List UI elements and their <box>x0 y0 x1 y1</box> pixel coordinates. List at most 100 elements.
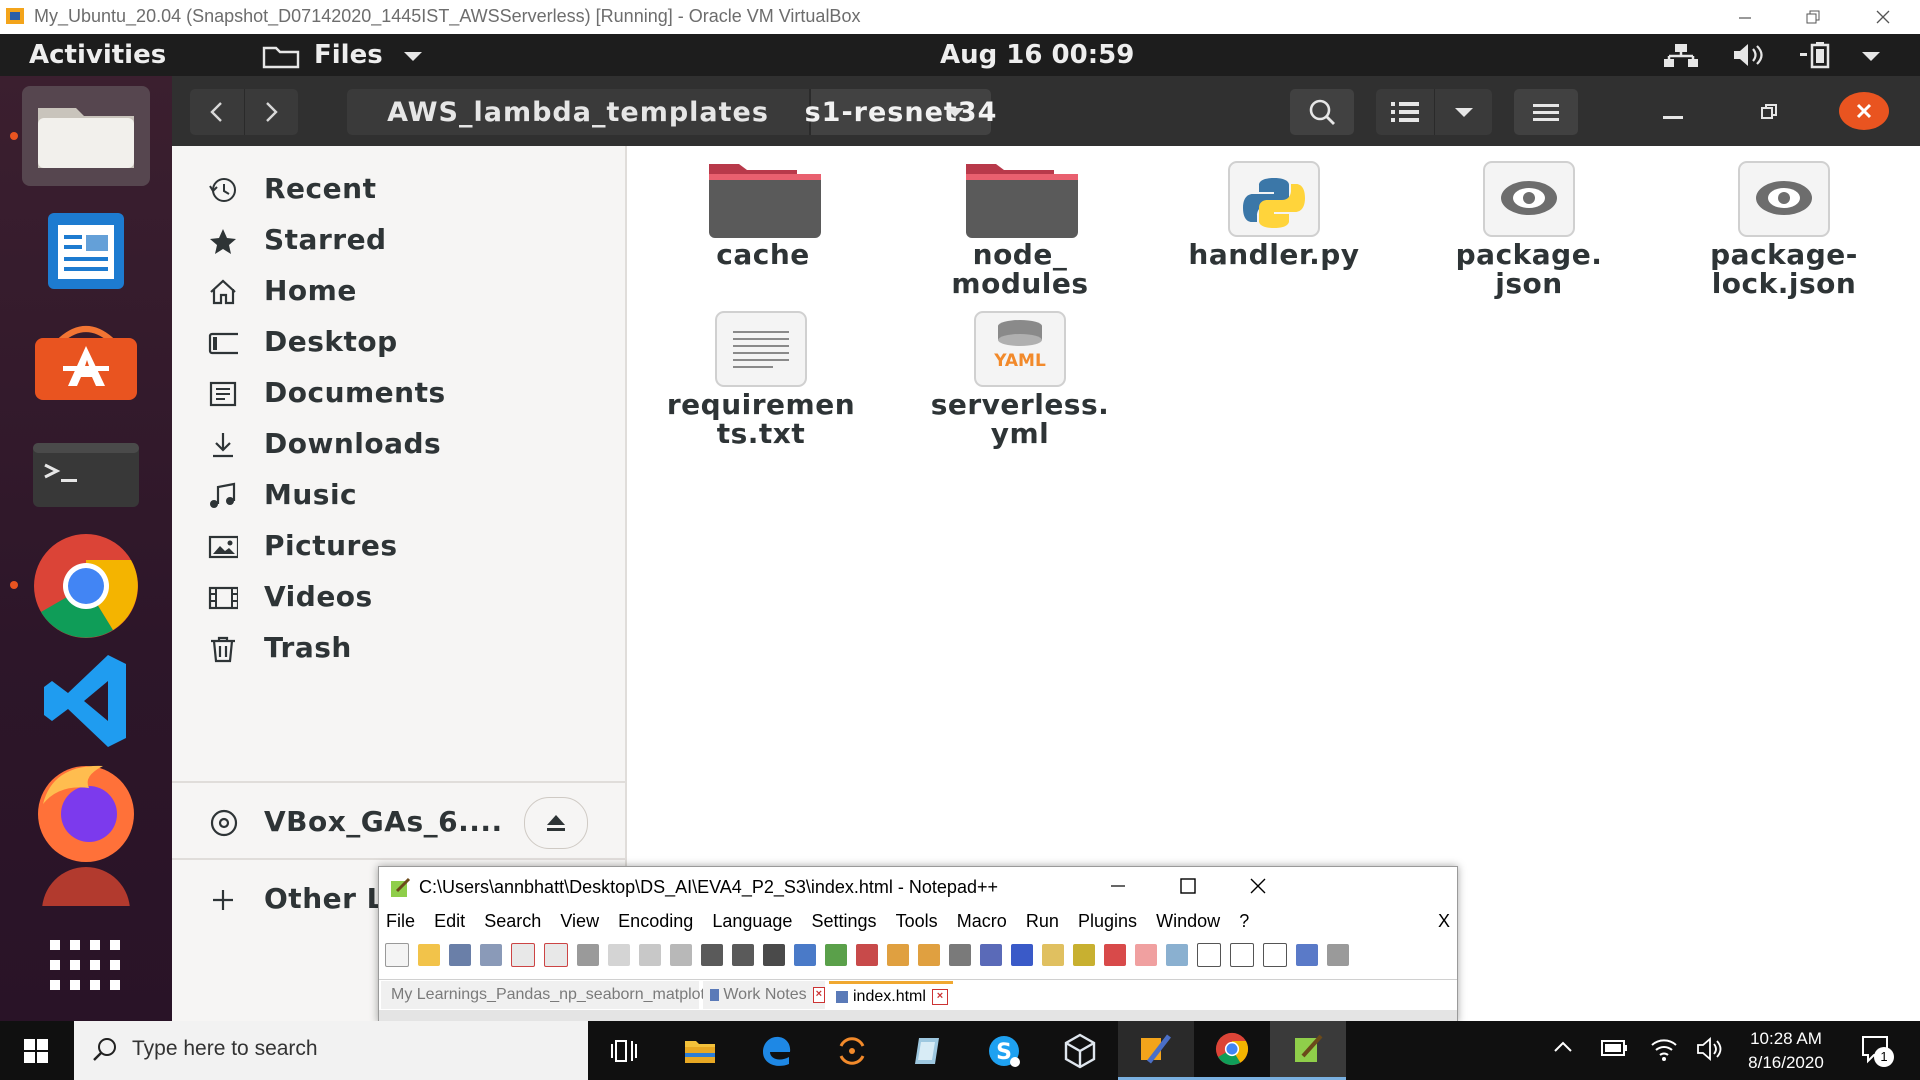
virtualbox-taskbar-icon[interactable] <box>1042 1021 1118 1080</box>
firefox-dock-icon[interactable] <box>22 761 150 862</box>
clock[interactable]: Aug 16 00:59 <box>940 40 1134 70</box>
sidebar-item-home[interactable]: Home <box>172 264 625 320</box>
list-view-button[interactable] <box>1376 101 1434 123</box>
wifi-tray-icon[interactable] <box>1650 1035 1678 1061</box>
find-icon[interactable] <box>763 944 785 966</box>
file-explorer-taskbar-icon[interactable] <box>662 1021 738 1080</box>
document-map-icon[interactable] <box>1042 944 1064 966</box>
folder-as-workspace-icon[interactable] <box>1104 944 1126 966</box>
file-item-handler-py[interactable]: handler.py <box>1164 158 1384 269</box>
breadcrumb-parent[interactable]: AWS_lambda_templates <box>347 89 809 135</box>
menu-language[interactable]: Language <box>712 911 792 931</box>
terminal-dock-icon[interactable] <box>22 426 150 526</box>
paste-icon[interactable] <box>670 944 692 966</box>
breadcrumb-menu-icon[interactable] <box>944 106 966 118</box>
sidebar-item-trash[interactable]: Trash <box>172 621 625 677</box>
file-item-package-json[interactable]: package. json <box>1419 158 1639 298</box>
forward-button[interactable] <box>244 100 298 124</box>
zoom-out-icon[interactable] <box>856 944 878 966</box>
action-center-button[interactable]: 1 <box>1860 1033 1894 1067</box>
skype-taskbar-icon[interactable]: S <box>966 1021 1042 1080</box>
partial-dock-icon[interactable] <box>22 856 150 906</box>
minimize-button[interactable] <box>1716 0 1774 34</box>
tab-close-icon[interactable]: × <box>812 987 825 1003</box>
file-item-cache[interactable]: cache <box>653 158 873 269</box>
close-file-icon[interactable] <box>511 943 535 967</box>
volume-tray-icon[interactable] <box>1696 1037 1724 1061</box>
cut-icon[interactable] <box>608 944 630 966</box>
activities-button[interactable]: Activities <box>29 40 166 70</box>
replace-icon[interactable] <box>794 944 816 966</box>
window-maximize-button[interactable] <box>1759 102 1779 122</box>
eject-button[interactable] <box>524 797 588 849</box>
battery-icon[interactable] <box>1798 40 1834 70</box>
undo-icon[interactable] <box>701 944 723 966</box>
search-button[interactable] <box>1290 89 1354 135</box>
file-item-serverless-yml[interactable]: YAML serverless. yml <box>910 308 1130 448</box>
menu-run[interactable]: Run <box>1026 911 1059 931</box>
show-hidden-icons-icon[interactable] <box>1552 1039 1574 1053</box>
view-options-button[interactable] <box>1435 106 1492 118</box>
menu-plugins[interactable]: Plugins <box>1078 911 1137 931</box>
record-macro-icon[interactable] <box>1197 943 1221 967</box>
search-box[interactable]: Type here to search <box>74 1021 588 1080</box>
ubuntu-software-dock-icon[interactable] <box>22 314 150 414</box>
sidebar-item-pictures[interactable]: Pictures <box>172 519 625 575</box>
menu-encoding[interactable]: Encoding <box>618 911 693 931</box>
libreoffice-writer-dock-icon[interactable] <box>22 201 150 301</box>
task-view-button[interactable] <box>586 1021 662 1080</box>
sidebar-item-downloads[interactable]: Downloads <box>172 417 625 473</box>
copy-icon[interactable] <box>639 944 661 966</box>
sidebar-item-music[interactable]: Music <box>172 468 625 524</box>
tab-index-html[interactable]: index.html × <box>829 981 953 1009</box>
close-document-button[interactable]: X <box>1438 911 1450 932</box>
indent-guide-icon[interactable] <box>1011 944 1033 966</box>
file-item-node-modules[interactable]: node_ modules <box>910 158 1130 298</box>
menu-view[interactable]: View <box>560 911 599 931</box>
show-applications-icon[interactable] <box>22 916 150 1016</box>
sidebar-item-desktop[interactable]: Desktop <box>172 315 625 371</box>
file-item-requirements-txt[interactable]: requiremen ts.txt <box>651 308 871 448</box>
tab-work-notes[interactable]: Work Notes × <box>703 981 825 1009</box>
save-macro-icon[interactable] <box>1327 944 1349 966</box>
new-file-icon[interactable] <box>385 943 409 967</box>
menu-search[interactable]: Search <box>484 911 541 931</box>
save-all-icon[interactable] <box>480 944 502 966</box>
menu-help[interactable]: ? <box>1239 911 1249 931</box>
notepadpp-close-button[interactable] <box>1231 869 1285 903</box>
files-dock-icon[interactable] <box>22 86 150 186</box>
preview-icon[interactable] <box>1166 944 1188 966</box>
app-menu-files[interactable]: Files <box>314 40 383 70</box>
menu-macro[interactable]: Macro <box>957 911 1007 931</box>
redo-icon[interactable] <box>732 944 754 966</box>
tab-close-icon[interactable]: × <box>931 988 948 1005</box>
notepadpp-maximize-button[interactable] <box>1161 869 1215 903</box>
show-all-characters-icon[interactable] <box>980 944 1002 966</box>
sidebar-item-documents[interactable]: Documents <box>172 366 625 422</box>
tab-my-learnings[interactable]: My Learnings_Pandas_np_seaborn_matplot.t… <box>381 981 741 1009</box>
run-macro-multiple-icon[interactable] <box>1296 944 1318 966</box>
sidebar-item-starred[interactable]: Starred <box>172 213 625 269</box>
sidebar-item-vbox-device[interactable]: VBox_GAs_6.... <box>172 795 625 851</box>
volume-icon[interactable] <box>1732 42 1768 68</box>
chrome-dock-icon[interactable] <box>22 534 150 638</box>
window-close-button[interactable] <box>1839 92 1889 130</box>
menu-file[interactable]: File <box>386 911 415 931</box>
menu-edit[interactable]: Edit <box>434 911 465 931</box>
network-icon[interactable] <box>1662 42 1700 68</box>
battery-tray-icon[interactable] <box>1600 1037 1630 1059</box>
tray-clock[interactable]: 10:28 AM 8/16/2020 <box>1736 1027 1836 1075</box>
save-icon[interactable] <box>449 944 471 966</box>
virtualbox-vm-taskbar-icon[interactable] <box>1118 1021 1194 1080</box>
stop-macro-icon[interactable] <box>1230 943 1254 967</box>
sync-vertical-icon[interactable] <box>887 944 909 966</box>
hamburger-menu-button[interactable] <box>1514 89 1578 135</box>
print-icon[interactable] <box>577 944 599 966</box>
chrome-taskbar-icon[interactable] <box>1194 1021 1270 1080</box>
app-taskbar-icon[interactable] <box>814 1021 890 1080</box>
system-menu-chevron-icon[interactable] <box>1860 50 1882 62</box>
open-file-icon[interactable] <box>418 944 440 966</box>
sidebar-item-videos[interactable]: Videos <box>172 570 625 626</box>
close-button[interactable] <box>1854 0 1912 34</box>
function-list-icon[interactable] <box>1073 944 1095 966</box>
